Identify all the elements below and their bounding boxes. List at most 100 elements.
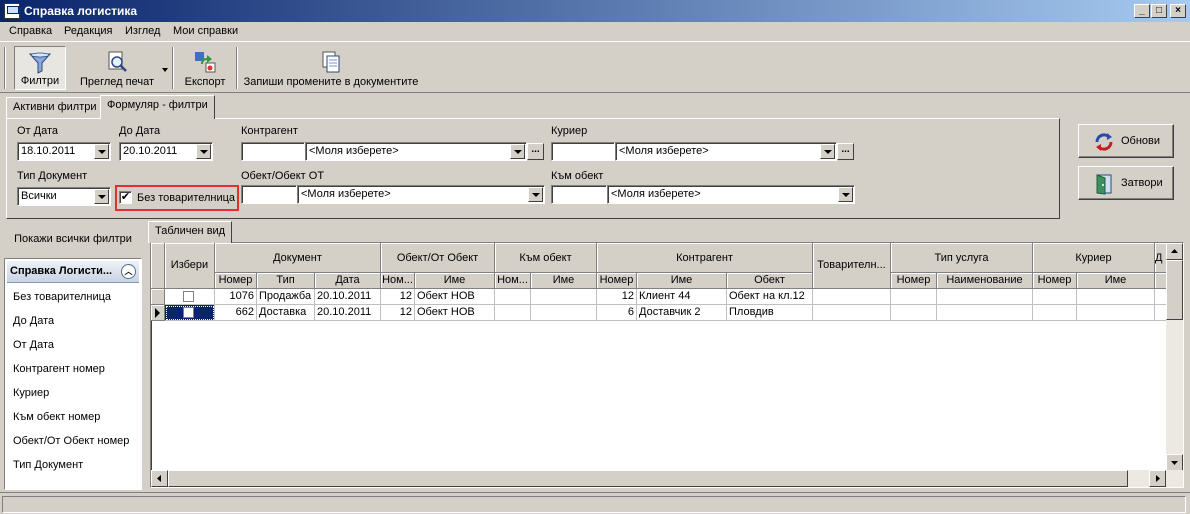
- chevron-down-icon[interactable]: [528, 187, 543, 202]
- tab-filter-form[interactable]: Формуляр - филтри: [100, 95, 215, 119]
- col-contractor-number[interactable]: Номер: [597, 273, 637, 289]
- print-preview-icon: [108, 51, 127, 72]
- tab-active-filters[interactable]: Активни филтри: [6, 97, 104, 118]
- filter-list-item[interactable]: До Дата: [13, 315, 54, 327]
- filter-list-panel: Справка Логисти... ︿ Без товарителница Д…: [4, 258, 142, 490]
- col-group-to-object[interactable]: Към обект: [495, 243, 597, 273]
- scroll-up-button[interactable]: [1166, 243, 1183, 260]
- courier-browse-button[interactable]: ...: [837, 143, 854, 160]
- collapse-icon[interactable]: ︿: [121, 264, 136, 279]
- to-object-number-input[interactable]: [551, 185, 607, 204]
- chevron-down-icon[interactable]: [820, 144, 835, 159]
- chevron-down-icon[interactable]: [94, 144, 109, 159]
- col-group-courier[interactable]: Куриер: [1033, 243, 1155, 273]
- col-group-object-from[interactable]: Обект/От Обект: [381, 243, 495, 273]
- filter-list-item[interactable]: Към обект номер: [13, 411, 100, 423]
- show-all-filters-button[interactable]: Покажи всички филтри: [2, 228, 144, 252]
- courier-select[interactable]: <Моля изберете>: [615, 142, 837, 161]
- scroll-thumb[interactable]: [1166, 260, 1183, 320]
- courier-label: Куриер: [551, 125, 588, 137]
- menu-item-my-reports[interactable]: Мои справки: [173, 25, 238, 37]
- col-group-contractor[interactable]: Контрагент: [597, 243, 813, 273]
- chevron-down-icon: [1171, 461, 1178, 465]
- col-contractor-name[interactable]: Име: [637, 273, 727, 289]
- chevron-right-icon: [1156, 475, 1160, 482]
- chevron-down-icon[interactable]: [838, 187, 853, 202]
- col-to-object-number[interactable]: Ном...: [495, 273, 531, 289]
- close-button[interactable]: Затвори: [1078, 166, 1174, 200]
- print-preview-dropdown[interactable]: [161, 65, 169, 73]
- filter-list-item[interactable]: Куриер: [13, 387, 49, 399]
- filter-list-item[interactable]: Обект/От Обект номер: [13, 435, 129, 447]
- to-object-select[interactable]: <Моля изберете>: [607, 185, 855, 204]
- app-icon: [4, 3, 20, 19]
- save-changes-button[interactable]: Запиши промените в документите: [242, 46, 420, 90]
- col-doc-date[interactable]: Дата: [315, 273, 381, 289]
- col-doc-type[interactable]: Тип: [257, 273, 315, 289]
- scroll-left-button[interactable]: [151, 470, 168, 487]
- doc-type-select[interactable]: Всички: [17, 187, 111, 206]
- object-from-select[interactable]: <Моля изберете>: [297, 185, 545, 204]
- menu-item-edit[interactable]: Редакция: [64, 25, 112, 37]
- export-button[interactable]: Експорт: [180, 46, 230, 90]
- title-bar: Справка логистика _ □ ×: [0, 0, 1190, 22]
- object-from-label: Обект/Обект ОТ: [241, 170, 325, 182]
- no-waybill-checkbox[interactable]: ✔: [119, 191, 132, 204]
- print-preview-button[interactable]: Преглед печат: [74, 46, 160, 90]
- col-group-service-type[interactable]: Тип услуга: [891, 243, 1033, 273]
- col-contractor-object[interactable]: Обект: [727, 273, 813, 289]
- col-object-number[interactable]: Ном...: [381, 273, 415, 289]
- tab-table-view[interactable]: Табличен вид: [148, 221, 233, 243]
- filter-list-item[interactable]: От Дата: [13, 339, 54, 351]
- col-group-document[interactable]: Документ: [215, 243, 381, 273]
- toolbar: Филтри Преглед печат Експорт Запиши пром…: [0, 43, 1190, 93]
- filter-list-item[interactable]: Без товарителница: [13, 291, 111, 303]
- col-service-number[interactable]: Номер: [891, 273, 937, 289]
- col-courier-number[interactable]: Номер: [1033, 273, 1077, 289]
- row-indicator[interactable]: [151, 305, 165, 321]
- from-date-label: От Дата: [17, 125, 59, 137]
- filters-button[interactable]: Филтри: [14, 46, 66, 90]
- col-doc-number[interactable]: Номер: [215, 273, 257, 289]
- scroll-thumb[interactable]: [168, 470, 1128, 487]
- minimize-button[interactable]: _: [1134, 4, 1150, 18]
- col-courier-name[interactable]: Име: [1077, 273, 1155, 289]
- data-grid[interactable]: Избери Документ Обект/От Обект Към обект…: [150, 242, 1184, 488]
- chevron-down-icon[interactable]: [94, 189, 109, 204]
- row-select-checkbox[interactable]: [183, 307, 194, 318]
- export-icon: [195, 52, 216, 73]
- contractor-number-input[interactable]: [241, 142, 305, 161]
- chevron-down-icon[interactable]: [510, 144, 525, 159]
- col-service-name[interactable]: Наименование: [937, 273, 1033, 289]
- chevron-down-icon[interactable]: [196, 144, 211, 159]
- to-date-label: До Дата: [119, 125, 161, 137]
- from-date-field[interactable]: 18.10.2011: [17, 142, 111, 161]
- door-exit-icon: [1096, 174, 1112, 195]
- filter-list-item[interactable]: Контрагент номер: [13, 363, 105, 375]
- row-select-checkbox[interactable]: [183, 291, 194, 302]
- filter-list-item[interactable]: Тип Документ: [13, 459, 83, 471]
- col-object-name[interactable]: Име: [415, 273, 495, 289]
- col-waybill[interactable]: Товарителн...: [813, 243, 891, 289]
- contractor-browse-button[interactable]: ...: [527, 143, 544, 160]
- close-window-button[interactable]: ×: [1170, 4, 1186, 18]
- object-from-number-input[interactable]: [241, 185, 297, 204]
- row-indicator[interactable]: [151, 289, 165, 305]
- doc-type-label: Тип Документ: [17, 170, 88, 182]
- menu-item-report[interactable]: Справка: [9, 25, 52, 37]
- scroll-right-button[interactable]: [1149, 470, 1166, 487]
- horizontal-scrollbar[interactable]: [151, 470, 1183, 487]
- scroll-down-button[interactable]: [1166, 454, 1183, 471]
- documents-icon: [322, 51, 340, 73]
- vertical-scrollbar[interactable]: [1166, 243, 1183, 471]
- filter-list-header[interactable]: Справка Логисти... ︿: [7, 261, 139, 283]
- contractor-select[interactable]: <Моля изберете>: [305, 142, 527, 161]
- maximize-button[interactable]: □: [1151, 4, 1167, 18]
- refresh-icon: [1095, 133, 1113, 151]
- col-select[interactable]: Избери: [165, 243, 215, 289]
- to-date-field[interactable]: 20.10.2011: [119, 142, 213, 161]
- menu-item-view[interactable]: Изглед: [125, 25, 160, 37]
- col-to-object-name[interactable]: Име: [531, 273, 597, 289]
- refresh-button[interactable]: Обнови: [1078, 124, 1174, 158]
- courier-number-input[interactable]: [551, 142, 615, 161]
